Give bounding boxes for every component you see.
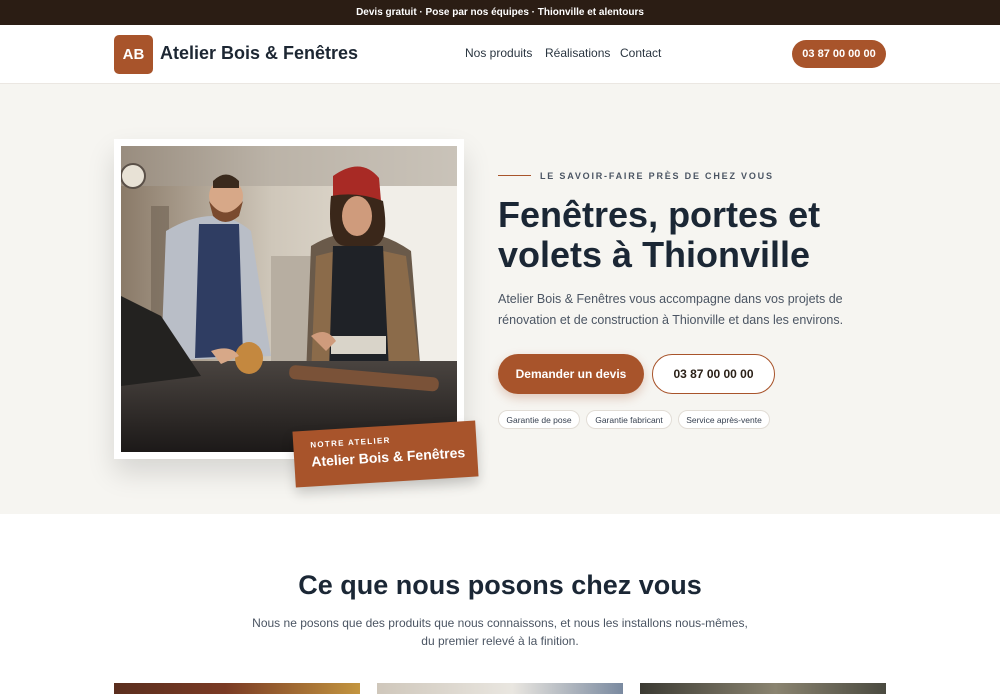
header-phone-button[interactable]: 03 87 00 00 00 <box>792 40 886 68</box>
eyebrow-divider <box>498 175 531 176</box>
atelier-label: NOTRE ATELIER Atelier Bois & Fenêtres <box>292 420 479 488</box>
hero-title: Fenêtres, portes et volets à Thionville <box>498 194 821 275</box>
hero-description: Atelier Bois & Fenêtres vous accompagne … <box>498 292 844 327</box>
hero-eyebrow: LE SAVOIR-FAIRE PRÈS DE CHEZ VOUS <box>540 171 774 181</box>
logo-badge[interactable]: AB <box>114 35 153 74</box>
brand-name[interactable]: Atelier Bois & Fenêtres <box>160 43 358 64</box>
request-quote-button[interactable]: Demander un devis <box>498 354 644 394</box>
workshop-photo-frame <box>114 139 464 459</box>
nav-link-products[interactable]: Nos produits <box>465 46 532 60</box>
product-card-image[interactable] <box>640 683 886 694</box>
products-section-title: Ce que nous posons chez vous <box>298 570 702 600</box>
product-card-image[interactable] <box>114 683 360 694</box>
logo-initials: AB <box>122 46 145 63</box>
site-header: AB Atelier Bois & Fenêtres Nos produits … <box>0 25 1000 84</box>
products-section-text: Nous ne posons que des produits que nous… <box>252 616 748 648</box>
workshop-photo <box>121 146 457 452</box>
hero-section: NOTRE ATELIER Atelier Bois & Fenêtres LE… <box>0 84 1000 514</box>
badge-service-apres-vente: Service après-vente <box>678 410 770 429</box>
announcement-bar: Devis gratuit · Pose par nos équipes · T… <box>0 0 1000 25</box>
badge-garantie-pose: Garantie de pose <box>498 410 580 429</box>
nav-link-contact[interactable]: Contact <box>620 46 661 60</box>
nav-link-realisations[interactable]: Réalisations <box>545 46 610 60</box>
announcement-text: Devis gratuit · Pose par nos équipes · T… <box>356 7 644 18</box>
badge-garantie-fabricant: Garantie fabricant <box>586 410 672 429</box>
hero-phone-button[interactable]: 03 87 00 00 00 <box>652 354 775 394</box>
product-card-image[interactable] <box>377 683 623 694</box>
